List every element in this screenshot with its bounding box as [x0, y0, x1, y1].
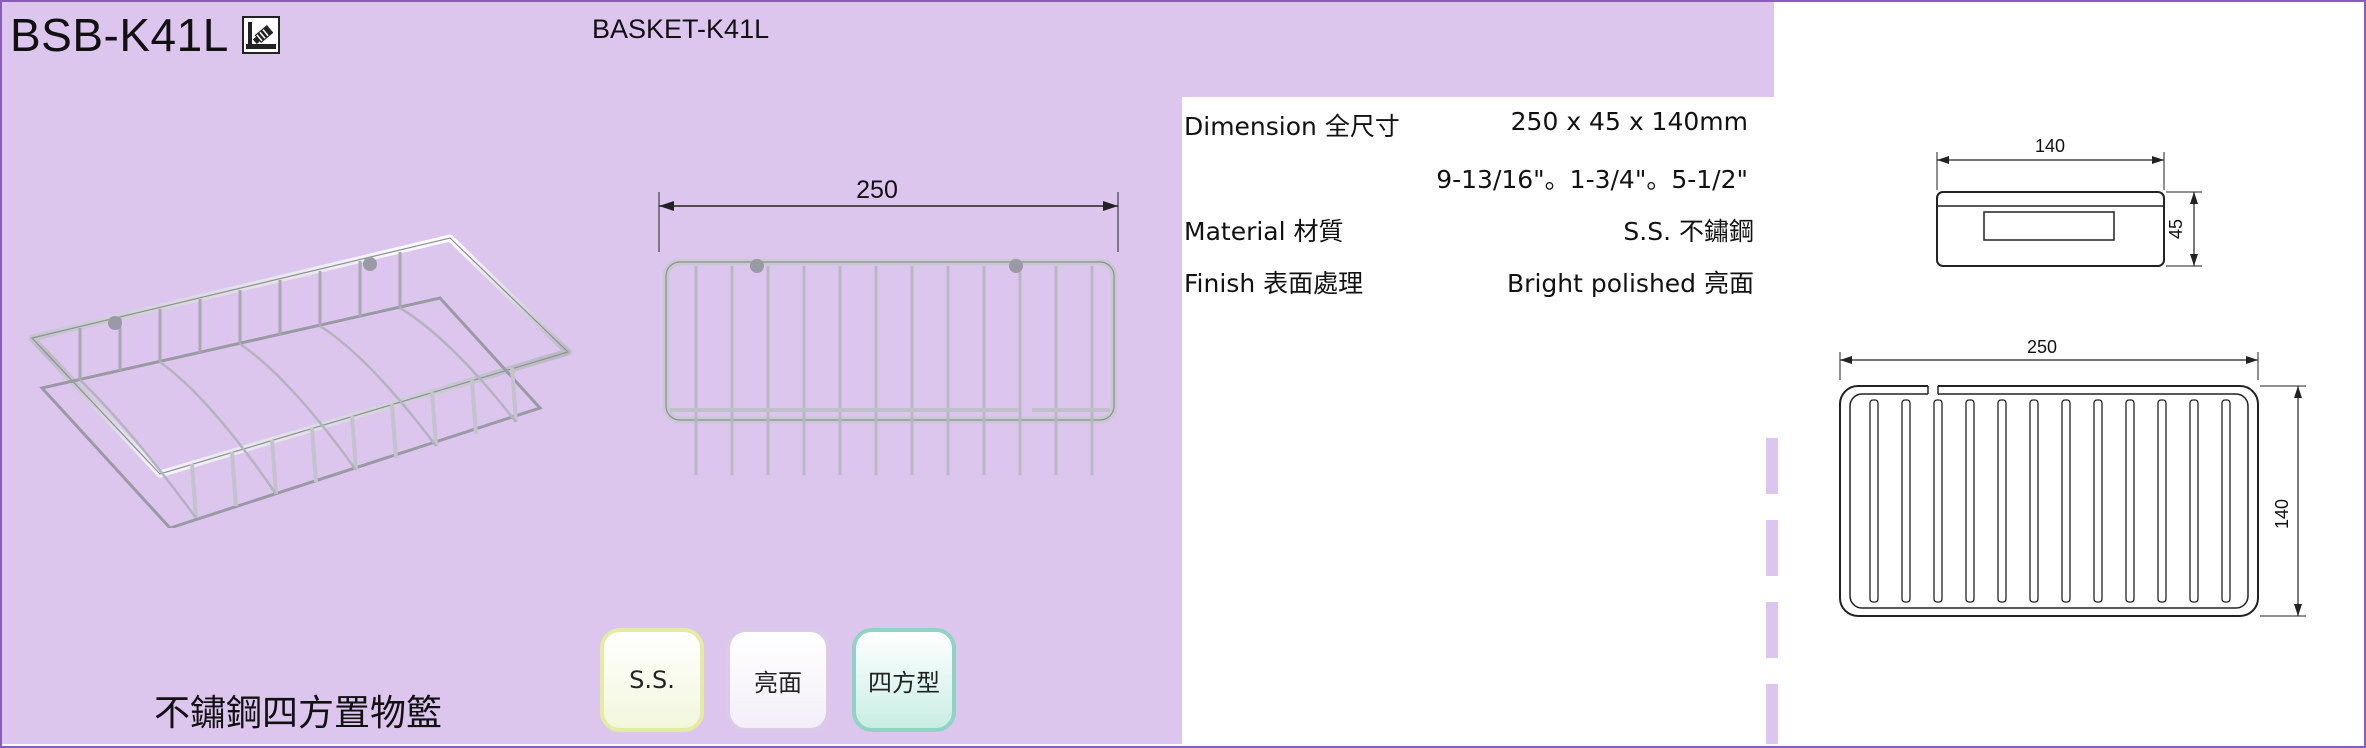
- dimension-label: Dimension 全尺寸: [1184, 112, 1400, 141]
- front-view-drawing: 250: [658, 176, 1119, 475]
- finish-value: Bright polished 亮面: [1507, 269, 1754, 298]
- divider-dash: [1766, 602, 1778, 658]
- side-width-label: 140: [2035, 136, 2065, 156]
- divider-dash: [1766, 438, 1778, 494]
- material-label: Material 材質: [1184, 217, 1344, 246]
- side-height-label: 45: [2166, 219, 2186, 239]
- top-depth-label: 140: [2272, 499, 2292, 529]
- product-chinese-name: 不鏽鋼四方置物籃: [154, 693, 443, 734]
- material-value: S.S. 不鏽鋼: [1623, 217, 1754, 246]
- spec-header-band: [1182, 2, 1774, 97]
- finish-label: Finish 表面處理: [1184, 269, 1364, 298]
- top-view-drawing: 250 140: [1839, 337, 2306, 617]
- finish-badge: 亮面: [726, 628, 830, 732]
- model-name: BASKET-K41L: [592, 14, 770, 44]
- dimension-inch-value: 9-13/16"。1-3/4"。5-1/2": [1436, 165, 1748, 194]
- screw-mount-icon: [242, 16, 280, 54]
- dimension-value: 250 x 45 x 140mm: [1510, 107, 1748, 136]
- divider-dash: [1766, 684, 1778, 744]
- side-view-drawing: 140 45: [1936, 136, 2202, 267]
- front-width-label: 250: [856, 176, 898, 204]
- product-photo: [28, 234, 572, 528]
- top-width-label: 250: [2027, 337, 2057, 357]
- shape-badge: 四方型: [852, 628, 956, 732]
- material-badge: S.S.: [600, 628, 704, 732]
- divider-dash: [1766, 520, 1778, 576]
- product-code: BSB-K41L: [10, 9, 229, 61]
